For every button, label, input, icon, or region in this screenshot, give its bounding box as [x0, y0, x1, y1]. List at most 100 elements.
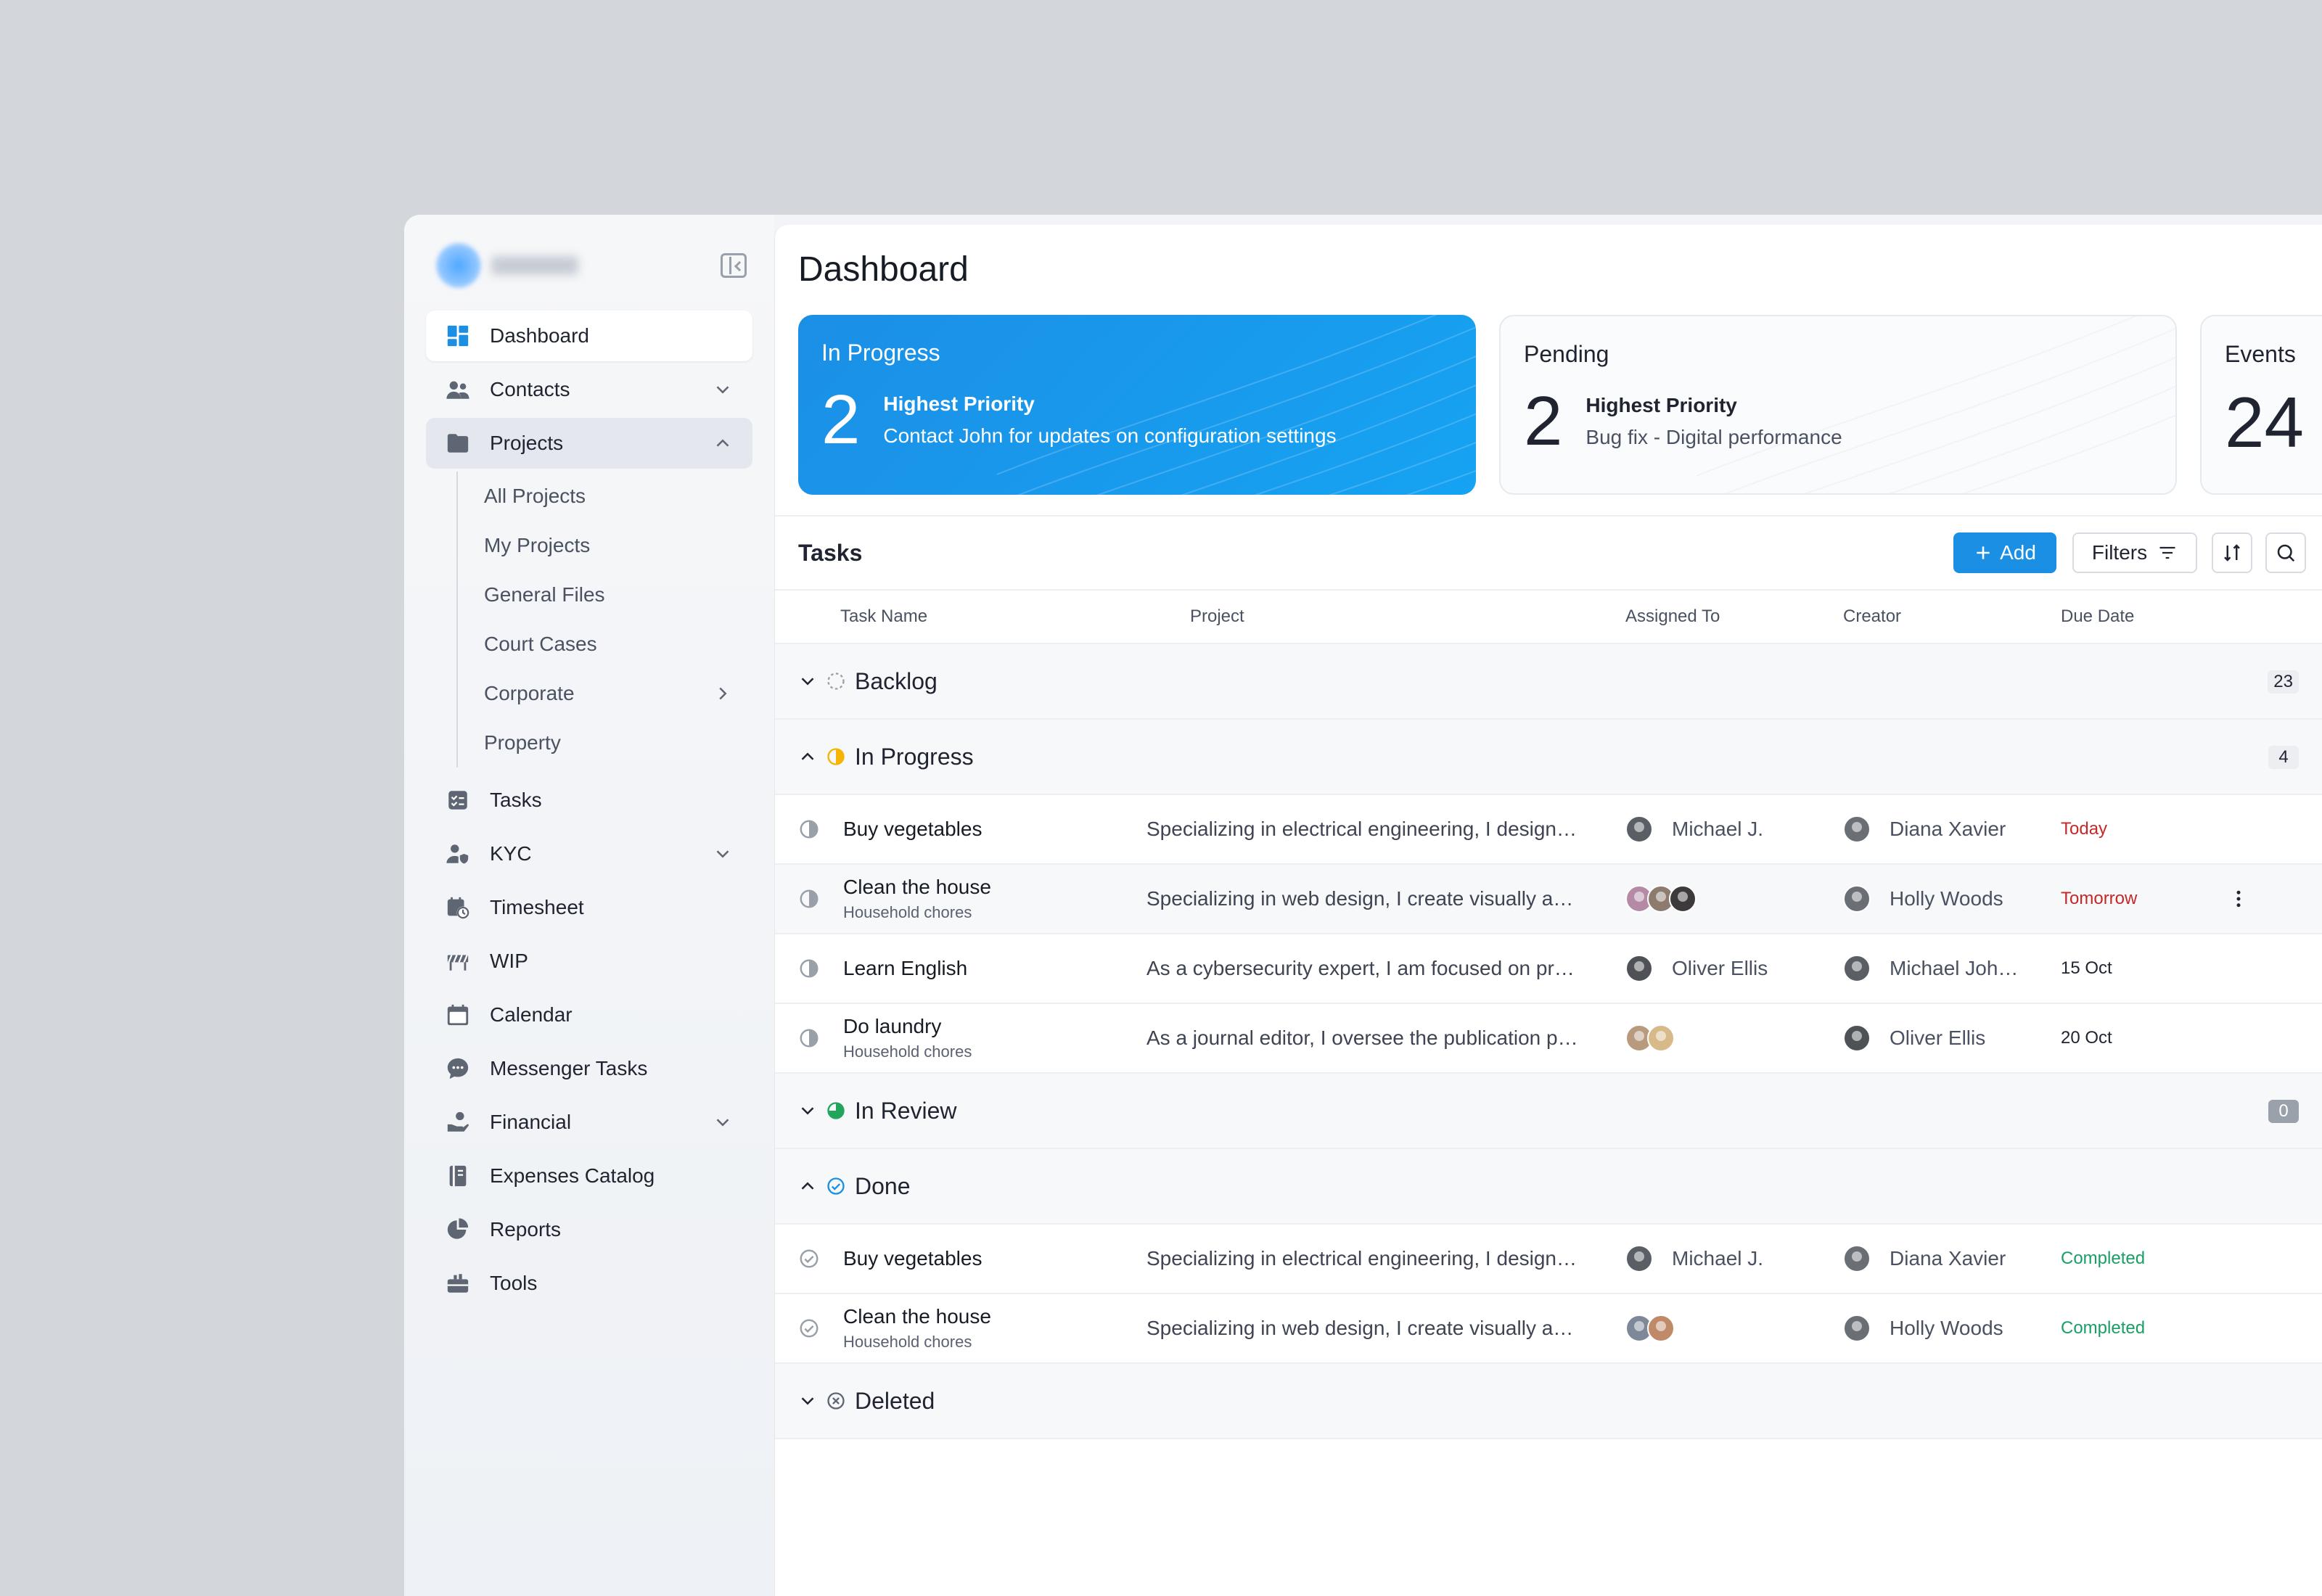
- sidebar-subitem-court-cases[interactable]: Court Cases: [458, 620, 752, 669]
- creator-cell: Michael Joh…: [1843, 934, 2018, 1003]
- creator[interactable]: Diana Xavier: [1843, 1245, 2006, 1272]
- half-circle-status-icon[interactable]: [798, 1027, 820, 1049]
- card-pending[interactable]: Pending 2 Highest Priority Bug fix - Dig…: [1499, 315, 2177, 495]
- sidebar-item-kyc[interactable]: KYC: [426, 828, 752, 879]
- card-events[interactable]: Events 24: [2200, 315, 2322, 495]
- card-line-title: Highest Priority: [883, 392, 1035, 415]
- sidebar-subitem-property[interactable]: Property: [458, 718, 752, 768]
- task-name-cell: Clean the house Household chores: [843, 1294, 991, 1362]
- search-icon: [2277, 544, 2295, 562]
- sidebar-item-timesheet[interactable]: Timesheet: [426, 882, 752, 933]
- chevron-right-icon[interactable]: [712, 683, 734, 704]
- table-row[interactable]: Buy vegetables Specializing in electrica…: [775, 795, 2322, 865]
- task-subtitle: Household chores: [843, 1042, 972, 1061]
- sort-button[interactable]: [2212, 532, 2252, 573]
- chevron-up-icon[interactable]: [797, 1175, 819, 1197]
- assignee-group[interactable]: [1625, 1315, 1679, 1342]
- chevron-up-icon[interactable]: [712, 432, 734, 454]
- column-task-name[interactable]: Task Name: [840, 606, 927, 627]
- sidebar-subitem-general-files[interactable]: General Files: [458, 570, 752, 620]
- column-project[interactable]: Project: [1190, 606, 1244, 627]
- sidebar-item-messenger-tasks[interactable]: Messenger Tasks: [426, 1043, 752, 1094]
- search-button[interactable]: [2265, 532, 2306, 573]
- subitem-label: My Projects: [484, 534, 591, 556]
- group-in-review[interactable]: In Review 0: [775, 1074, 2322, 1149]
- half-circle-status-icon[interactable]: [798, 818, 820, 840]
- task-name-cell: Clean the house Household chores: [843, 865, 991, 933]
- creator-name: Diana Xavier: [1890, 1247, 2006, 1270]
- sidebar: Dashboard Contacts Projects All Projects…: [404, 215, 774, 1596]
- creator[interactable]: Holly Woods: [1843, 885, 2003, 913]
- table-row[interactable]: Clean the house Household chores Special…: [775, 1294, 2322, 1364]
- done-status-icon: [827, 1177, 845, 1195]
- column-creator[interactable]: Creator: [1843, 606, 1901, 627]
- filters-button[interactable]: Filters: [2072, 532, 2197, 573]
- chevron-down-icon[interactable]: [712, 1111, 734, 1133]
- half-circle-status-icon[interactable]: [798, 958, 820, 979]
- chevron-down-icon[interactable]: [712, 843, 734, 865]
- brand-logo[interactable]: [436, 243, 481, 288]
- assignee-group[interactable]: [1625, 1024, 1679, 1052]
- column-due-date[interactable]: Due Date: [2061, 606, 2134, 627]
- creator[interactable]: Oliver Ellis: [1843, 1024, 1985, 1052]
- column-assigned-to[interactable]: Assigned To: [1625, 606, 1720, 627]
- creator[interactable]: Holly Woods: [1843, 1315, 2003, 1342]
- sidebar-item-tools[interactable]: Tools: [426, 1258, 752, 1309]
- chevron-down-icon[interactable]: [797, 1100, 819, 1122]
- half-circle-status-icon[interactable]: [798, 888, 820, 910]
- group-count-badge: 4: [2268, 746, 2299, 769]
- assignee-group[interactable]: [1625, 885, 1701, 913]
- assignee[interactable]: Oliver Ellis: [1625, 955, 1768, 982]
- avatar: [1647, 1024, 1675, 1052]
- sidebar-item-tasks[interactable]: Tasks: [426, 775, 752, 826]
- assignee[interactable]: Michael J.: [1625, 815, 1763, 843]
- assignee[interactable]: Michael J.: [1625, 1245, 1763, 1272]
- creator-cell: Holly Woods: [1843, 865, 2003, 933]
- sidebar-subitem-corporate[interactable]: Corporate: [458, 669, 752, 718]
- sidebar-subitem-my-projects[interactable]: My Projects: [458, 521, 752, 570]
- table-row[interactable]: Learn English As a cybersecurity expert,…: [775, 934, 2322, 1004]
- check-circle-icon[interactable]: [798, 1248, 820, 1270]
- due-cell: 15 Oct: [2061, 934, 2112, 1003]
- creator[interactable]: Michael Joh…: [1843, 955, 2018, 982]
- group-backlog[interactable]: Backlog 23: [775, 644, 2322, 720]
- tasks-toolbar: Tasks Add Filters: [775, 515, 2322, 591]
- sidebar-item-projects[interactable]: Projects: [426, 418, 752, 469]
- task-name: Clean the house: [843, 1305, 991, 1328]
- check-circle-icon[interactable]: [798, 1317, 820, 1339]
- card-body: 24: [2225, 387, 2322, 458]
- sidebar-subitem-all-projects[interactable]: All Projects: [458, 472, 752, 521]
- creator-cell: Diana Xavier: [1843, 1225, 2006, 1293]
- grid-icon: [445, 323, 471, 349]
- group-deleted[interactable]: Deleted: [775, 1364, 2322, 1439]
- table-row[interactable]: Buy vegetables Specializing in electrica…: [775, 1225, 2322, 1294]
- sidebar-item-reports[interactable]: Reports: [426, 1204, 752, 1255]
- card-line-title: Highest Priority: [1585, 394, 1737, 416]
- pie-icon: [445, 1217, 471, 1243]
- task-name: Learn English: [843, 957, 968, 979]
- sidebar-item-expenses-catalog[interactable]: Expenses Catalog: [426, 1151, 752, 1201]
- subitem-label: Property: [484, 731, 561, 754]
- sidebar-item-financial[interactable]: Financial: [426, 1097, 752, 1148]
- project-text: As a cybersecurity expert, I am focused …: [1146, 957, 1575, 979]
- table-row[interactable]: Do laundry Household chores As a journal…: [775, 1004, 2322, 1074]
- table-row[interactable]: Clean the house Household chores Special…: [775, 865, 2322, 934]
- sidebar-item-calendar[interactable]: Calendar: [426, 990, 752, 1040]
- more-vertical-icon[interactable]: [2228, 888, 2249, 910]
- sidebar-item-dashboard[interactable]: Dashboard: [426, 310, 752, 361]
- card-in-progress[interactable]: In Progress 2 Highest Priority Contact J…: [798, 315, 1476, 495]
- chevron-up-icon[interactable]: [797, 746, 819, 768]
- chevron-down-icon[interactable]: [797, 670, 819, 692]
- sidebar-item-wip[interactable]: WIP: [426, 936, 752, 987]
- collapse-sidebar-icon[interactable]: [721, 253, 747, 278]
- group-in-progress[interactable]: In Progress 4: [775, 720, 2322, 795]
- chevron-down-icon[interactable]: [797, 1390, 819, 1412]
- assigned-cell: Michael J.: [1625, 795, 1763, 863]
- chevron-down-icon[interactable]: [712, 379, 734, 400]
- add-task-button[interactable]: Add: [1953, 532, 2056, 573]
- task-name: Buy vegetables: [843, 818, 982, 840]
- group-done[interactable]: Done: [775, 1149, 2322, 1225]
- sidebar-item-contacts[interactable]: Contacts: [426, 364, 752, 415]
- avatar: [1843, 955, 1871, 982]
- creator[interactable]: Diana Xavier: [1843, 815, 2006, 843]
